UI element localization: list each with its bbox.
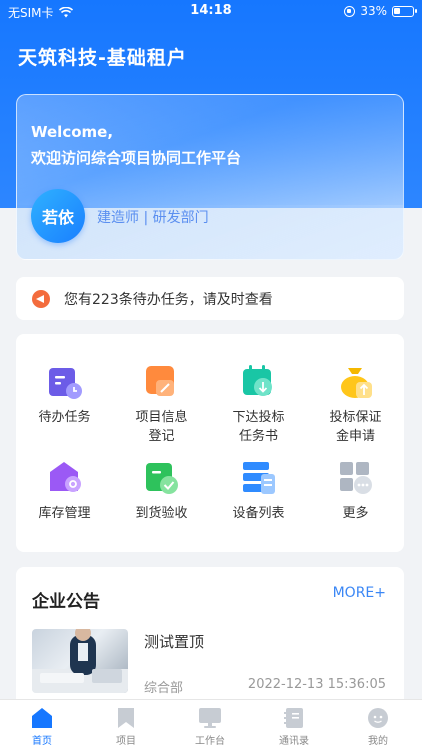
announcement-card: 企业公告 MORE+ 测试置顶 综合部 2022-12-13 15:36:05	[16, 567, 404, 707]
contacts-icon	[283, 707, 305, 729]
battery-percent: 33%	[360, 4, 387, 18]
megaphone-icon	[32, 289, 50, 308]
grid-label: 项目信息 登记	[135, 410, 188, 444]
tab-workbench[interactable]: 工作台	[168, 700, 252, 747]
more-icon	[338, 460, 374, 496]
grid-item-bid-task[interactable]: 下达投标 任务书	[210, 364, 307, 446]
news-time: 2022-12-13 15:36:05	[247, 677, 386, 692]
news-department: 综合部	[144, 681, 184, 696]
grid-item-more[interactable]: 更多	[307, 460, 404, 523]
tab-label: 工作台	[195, 736, 225, 747]
welcome-greeting-en: Welcome,	[31, 123, 114, 141]
avatar[interactable]: 若依	[31, 189, 85, 243]
user-role: 建造师 | 研发部门	[97, 210, 209, 226]
tab-bar: 首页 项目 工作台 通讯录 我的	[0, 699, 422, 750]
todo-task-icon	[47, 364, 83, 400]
grid-label: 下达投标 任务书	[232, 410, 285, 444]
grid-item-equipment-list[interactable]: 设备列表	[210, 460, 307, 523]
grid-label: 库存管理	[38, 506, 91, 521]
arrival-check-icon	[144, 460, 180, 496]
grid-item-project-info[interactable]: 项目信息 登记	[113, 364, 210, 446]
grid-label: 设备列表	[232, 506, 285, 521]
welcome-greeting-cn: 欢迎访问综合项目协同工作平台	[31, 149, 242, 167]
equipment-list-icon	[241, 460, 277, 496]
grid-item-arrival-check[interactable]: 到货验收	[113, 460, 210, 523]
app-title: 天筑科技-基础租户	[18, 47, 187, 69]
welcome-card: Welcome, 欢迎访问综合项目协同工作平台 若依 建造师 | 研发部门	[16, 94, 404, 260]
news-title[interactable]: 测试置顶	[144, 631, 204, 652]
grid-label: 到货验收	[135, 506, 188, 521]
grid-item-todo-task[interactable]: 待办任务	[16, 364, 113, 427]
bid-task-icon	[241, 364, 277, 400]
monitor-icon	[199, 707, 221, 729]
announcement-title: 企业公告	[32, 592, 100, 612]
tab-project[interactable]: 项目	[84, 700, 168, 747]
tab-label: 首页	[32, 736, 52, 747]
tab-profile[interactable]: 我的	[336, 700, 420, 747]
battery-icon	[392, 5, 417, 17]
inventory-icon	[47, 460, 83, 496]
more-link[interactable]: MORE+	[333, 585, 386, 601]
project-info-icon	[144, 364, 180, 400]
bid-deposit-icon	[338, 364, 374, 400]
tab-label: 通讯录	[279, 736, 309, 747]
bookmark-icon	[115, 707, 137, 729]
tab-label: 我的	[368, 736, 388, 747]
grid-label: 待办任务	[38, 410, 91, 425]
notice-bar[interactable]: 您有223条待办任务，请及时查看	[16, 277, 404, 320]
tab-contacts[interactable]: 通讯录	[252, 700, 336, 747]
status-right: 33%	[344, 4, 417, 18]
tab-label: 项目	[116, 736, 136, 747]
tab-home[interactable]: 首页	[0, 700, 84, 747]
function-grid: 待办任务 项目信息 登记 下达投标 任务书 投标保证 金申请 库存管理 到货验收…	[16, 334, 404, 552]
grid-item-bid-deposit[interactable]: 投标保证 金申请	[307, 364, 404, 446]
notice-text: 您有223条待办任务，请及时查看	[64, 291, 273, 308]
news-thumbnail[interactable]	[32, 629, 128, 693]
status-bar: 无SIM卡 14:18 33%	[0, 0, 422, 22]
grid-label: 投标保证 金申请	[329, 410, 382, 444]
profile-icon	[367, 707, 389, 729]
grid-item-inventory[interactable]: 库存管理	[16, 460, 113, 523]
grid-label: 更多	[342, 506, 369, 521]
rotation-lock-icon	[344, 5, 356, 17]
home-icon	[31, 707, 53, 729]
